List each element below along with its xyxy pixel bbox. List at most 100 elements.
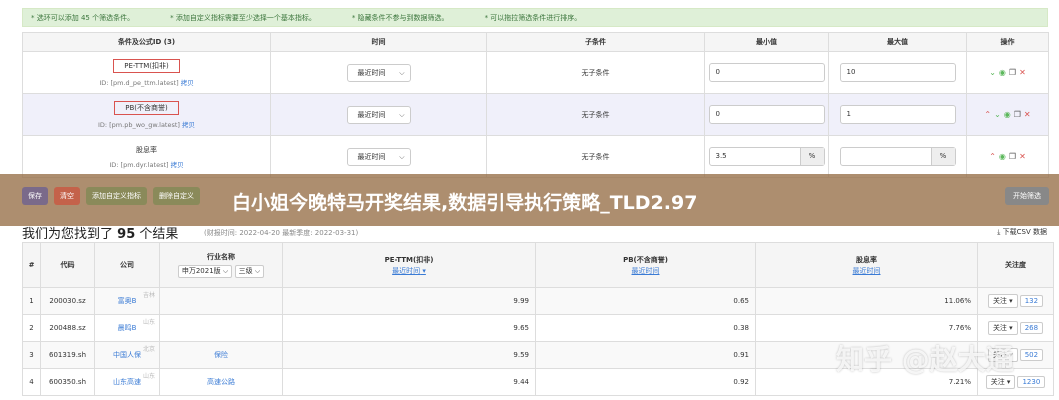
move-up-icon[interactable]: ⌃ xyxy=(989,152,996,161)
row-index: 4 xyxy=(22,368,41,396)
tips-bar: * 选环可以添加 45 个筛选条件。 * 添加自定义指标需要至少选择一个基本指标… xyxy=(22,8,1048,27)
download-csv-button[interactable]: ⤓ 下载CSV 数据 xyxy=(997,227,1047,237)
industry-standard-select[interactable]: 申万2021版 ⌵ xyxy=(177,265,233,278)
follow-label: 关注 xyxy=(990,378,1005,386)
subcondition: 无子条件 xyxy=(486,135,705,178)
close-icon[interactable]: ✕ xyxy=(1019,68,1026,77)
min-input[interactable]: 3.5% xyxy=(708,147,825,166)
company-link[interactable]: 中国人保 xyxy=(113,351,141,359)
industry-level-select[interactable]: 三级 ⌵ xyxy=(234,265,265,278)
col-follow: 关注度 xyxy=(977,242,1054,288)
condition-row-dy[interactable]: 股息率 ID: [pm.dyr.latest] 拷贝 最近时间 ⌵ 无子条件 3.… xyxy=(22,135,1049,178)
save-button[interactable]: 保存 xyxy=(22,187,48,205)
company-link[interactable]: 富奥B xyxy=(118,297,137,305)
move-up-icon[interactable]: ⌃ xyxy=(984,110,991,119)
move-down-icon[interactable]: ⌄ xyxy=(989,68,996,77)
time-select-value: 最近时间 xyxy=(357,110,386,119)
stock-code: 600350.sh xyxy=(40,368,95,396)
results-title: 我们为您找到了 95 个结果 xyxy=(22,223,178,242)
close-icon[interactable]: ✕ xyxy=(1024,110,1031,119)
tip-4: * 可以拖拉筛选条件进行排序。 xyxy=(484,13,582,22)
conditions-table: 条件及公式ID (3) 时间 子条件 最小值 最大值 操作 PE-TTM(扣非)… xyxy=(22,32,1049,178)
min-input[interactable]: 0 xyxy=(708,63,825,82)
col-industry: 行业名称 申万2021版 ⌵ 三级 ⌵ xyxy=(159,242,283,288)
col-ops: 操作 xyxy=(966,32,1049,52)
pe-value: 9.44 xyxy=(282,368,536,396)
tip-1: * 选环可以添加 45 个筛选条件。 xyxy=(31,13,135,22)
max-input[interactable]: % xyxy=(839,146,956,166)
pb-sort-link[interactable]: 最近时间 xyxy=(536,266,755,276)
pb-header-label: PB(不含商誉) xyxy=(623,255,668,264)
region: 北京 xyxy=(142,346,155,353)
max-input[interactable]: 1 xyxy=(839,105,956,124)
follow-count: 268 xyxy=(1019,322,1044,334)
condition-id: ID: [pm.pb_wo_gw.latest] xyxy=(97,120,180,129)
eye-icon[interactable]: ◉ xyxy=(999,152,1006,161)
subcondition: 无子条件 xyxy=(486,93,705,136)
max-value xyxy=(841,148,931,165)
copy-icon[interactable]: ❐ xyxy=(1009,152,1016,161)
min-value: 3.5 xyxy=(715,152,727,160)
pb-value: 0.65 xyxy=(535,287,756,315)
max-input[interactable]: 10 xyxy=(839,63,956,82)
region: 山东 xyxy=(142,319,155,326)
eye-icon[interactable]: ◉ xyxy=(1004,110,1011,119)
copy-link[interactable]: 拷贝 xyxy=(171,161,184,169)
add-custom-indicator-button[interactable]: 添加自定义指标 xyxy=(86,187,147,205)
pe-value: 9.99 xyxy=(282,287,536,315)
industry-header-label: 行业名称 xyxy=(207,253,235,261)
col-time: 时间 xyxy=(270,32,487,52)
col-max: 最大值 xyxy=(828,32,967,52)
follow-count: 132 xyxy=(1019,295,1044,307)
min-input[interactable]: 0 xyxy=(708,105,825,124)
download-label: 下载CSV 数据 xyxy=(1002,228,1047,236)
follow-button[interactable]: 关注 ▾ xyxy=(987,321,1018,335)
pb-value: 0.92 xyxy=(535,368,756,396)
percent-unit: % xyxy=(799,148,824,165)
delete-custom-button[interactable]: 删除自定义 xyxy=(153,187,200,205)
stock-code: 200030.sz xyxy=(40,287,95,315)
stock-code: 601319.sh xyxy=(40,341,95,369)
close-icon[interactable]: ✕ xyxy=(1019,152,1026,161)
move-down-icon[interactable]: ⌄ xyxy=(994,110,1001,119)
time-select[interactable]: 最近时间 ⌵ xyxy=(346,63,411,82)
subcondition: 无子条件 xyxy=(486,51,705,94)
follow-label: 关注 xyxy=(992,324,1007,332)
follow-count: 502 xyxy=(1019,349,1044,361)
download-icon: ⤓ xyxy=(997,228,1001,236)
dy-value: 11.06% xyxy=(755,287,978,315)
company-link[interactable]: 晨鸣B xyxy=(118,324,137,332)
industry-link[interactable]: 保险 xyxy=(159,341,283,369)
dy-sort-link[interactable]: 最近时间 xyxy=(756,266,977,276)
condition-row-pe[interactable]: PE-TTM(扣非) ID: [pm.d_pe_ttm.latest] 拷贝 最… xyxy=(22,51,1049,94)
condition-row-pb[interactable]: PB(不含商誉) ID: [pm.pb_wo_gw.latest] 拷贝 最近时… xyxy=(22,93,1049,136)
industry-link[interactable] xyxy=(159,287,283,315)
clear-button[interactable]: 清空 xyxy=(54,187,80,205)
copy-icon[interactable]: ❐ xyxy=(1014,110,1021,119)
time-select[interactable]: 最近时间 ⌵ xyxy=(346,105,411,124)
industry-link[interactable] xyxy=(159,314,283,342)
col-pe[interactable]: PE-TTM(扣非) 最近时间 ▾ xyxy=(282,242,536,288)
time-select[interactable]: 最近时间 ⌵ xyxy=(346,147,411,166)
time-select-value: 最近时间 xyxy=(357,68,386,77)
chevron-down-icon: ⌵ xyxy=(399,68,405,77)
row-index: 1 xyxy=(22,287,41,315)
col-company: 公司 xyxy=(94,242,160,288)
copy-icon[interactable]: ❐ xyxy=(1009,68,1016,77)
company-link[interactable]: 山东高速 xyxy=(113,378,141,386)
industry-link[interactable]: 高速公路 xyxy=(159,368,283,396)
sort-label: 最近时间 xyxy=(392,266,421,275)
chevron-down-icon: ⌵ xyxy=(399,152,405,161)
eye-icon[interactable]: ◉ xyxy=(999,68,1006,77)
start-filter-button[interactable]: 开始筛选 xyxy=(1005,187,1049,205)
toolbar: 保存 清空 添加自定义指标 删除自定义 xyxy=(22,187,200,205)
col-code: 代码 xyxy=(40,242,95,288)
follow-button[interactable]: 关注 ▾ xyxy=(987,294,1018,308)
col-pb[interactable]: PB(不含商誉) 最近时间 xyxy=(535,242,756,288)
percent-unit: % xyxy=(930,147,955,165)
pe-sort-link[interactable]: 最近时间 ▾ xyxy=(283,266,535,276)
tip-3: * 隐藏条件不参与到数据筛选。 xyxy=(351,13,449,22)
col-dy[interactable]: 股息率 最近时间 xyxy=(755,242,978,288)
copy-link[interactable]: 拷贝 xyxy=(182,121,195,129)
copy-link[interactable]: 拷贝 xyxy=(181,79,194,87)
